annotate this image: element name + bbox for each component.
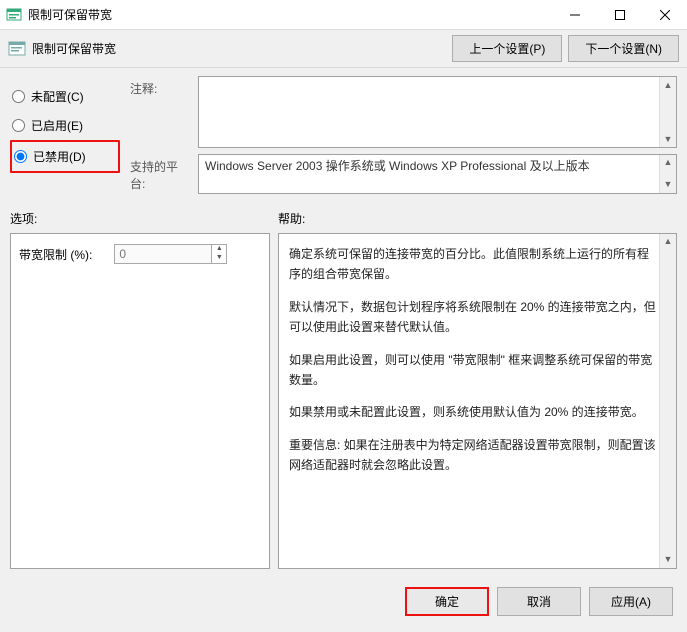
radio-enabled[interactable]: 已启用(E) <box>10 111 120 140</box>
radio-disabled-input[interactable] <box>14 150 27 163</box>
comment-scroll-up-icon[interactable]: ▲ <box>660 77 676 93</box>
titlebar: 限制可保留带宽 <box>0 0 687 30</box>
platform-label: 支持的平台: <box>130 154 190 192</box>
comment-scroll-down-icon[interactable]: ▼ <box>660 131 676 147</box>
next-setting-button[interactable]: 下一个设置(N) <box>568 35 679 62</box>
radio-disabled-label: 已禁用(D) <box>33 148 86 165</box>
help-scroll-up-icon[interactable]: ▲ <box>660 234 676 250</box>
close-button[interactable] <box>642 0 687 30</box>
bandwidth-spinner[interactable]: ▲ ▼ <box>114 244 227 264</box>
help-p3: 如果启用此设置，则可以使用 "带宽限制" 框来调整系统可保留的带宽数量。 <box>289 350 656 391</box>
radio-not-configured-input[interactable] <box>12 90 25 103</box>
radio-not-configured-label: 未配置(C) <box>31 88 84 105</box>
window-controls <box>552 0 687 30</box>
maximize-button[interactable] <box>597 0 642 30</box>
radio-enabled-label: 已启用(E) <box>31 117 83 134</box>
platform-text: Windows Server 2003 操作系统或 Windows XP Pro… <box>205 159 590 173</box>
policy-icon <box>8 40 26 58</box>
app-icon <box>6 7 22 23</box>
ok-button[interactable]: 确定 <box>405 587 489 616</box>
apply-button[interactable]: 应用(A) <box>589 587 673 616</box>
toolbar: 限制可保留带宽 上一个设置(P) 下一个设置(N) <box>0 30 687 68</box>
help-panel: 确定系统可保留的连接带宽的百分比。此值限制系统上运行的所有程序的组合带宽保留。 … <box>278 233 677 569</box>
radio-disabled[interactable]: 已禁用(D) <box>10 140 120 173</box>
bandwidth-input[interactable] <box>115 245 211 263</box>
options-panel: 带宽限制 (%): ▲ ▼ <box>10 233 270 569</box>
options-label: 选项: <box>10 210 278 227</box>
radio-enabled-input[interactable] <box>12 119 25 132</box>
help-scroll-down-icon[interactable]: ▼ <box>660 552 676 568</box>
help-p5: 重要信息: 如果在注册表中为特定网络适配器设置带宽限制，则配置该网络适配器时就会… <box>289 435 656 476</box>
help-p1: 确定系统可保留的连接带宽的百分比。此值限制系统上运行的所有程序的组合带宽保留。 <box>289 244 656 285</box>
bandwidth-limit-label: 带宽限制 (%): <box>19 246 92 263</box>
spinner-up-icon[interactable]: ▲ <box>212 245 226 254</box>
cancel-button[interactable]: 取消 <box>497 587 581 616</box>
state-radio-group: 未配置(C) 已启用(E) 已禁用(D) <box>10 76 120 194</box>
help-p4: 如果禁用或未配置此设置，则系统使用默认值为 20% 的连接带宽。 <box>289 402 656 422</box>
comment-textbox[interactable]: ▲ ▼ <box>198 76 677 148</box>
footer: 确定 取消 应用(A) <box>0 577 687 626</box>
radio-not-configured[interactable]: 未配置(C) <box>10 82 120 111</box>
spinner-down-icon[interactable]: ▼ <box>212 254 226 263</box>
prev-setting-button[interactable]: 上一个设置(P) <box>452 35 562 62</box>
comment-label: 注释: <box>130 76 190 97</box>
platform-scroll-up-icon[interactable]: ▲ <box>660 155 676 171</box>
platform-scroll-down-icon[interactable]: ▼ <box>660 177 676 193</box>
minimize-button[interactable] <box>552 0 597 30</box>
help-label: 帮助: <box>278 210 305 227</box>
help-p2: 默认情况下，数据包计划程序将系统限制在 20% 的连接带宽之内，但可以使用此设置… <box>289 297 656 338</box>
window-title: 限制可保留带宽 <box>28 6 112 23</box>
toolbar-title: 限制可保留带宽 <box>32 40 116 57</box>
platform-textbox: Windows Server 2003 操作系统或 Windows XP Pro… <box>198 154 677 194</box>
